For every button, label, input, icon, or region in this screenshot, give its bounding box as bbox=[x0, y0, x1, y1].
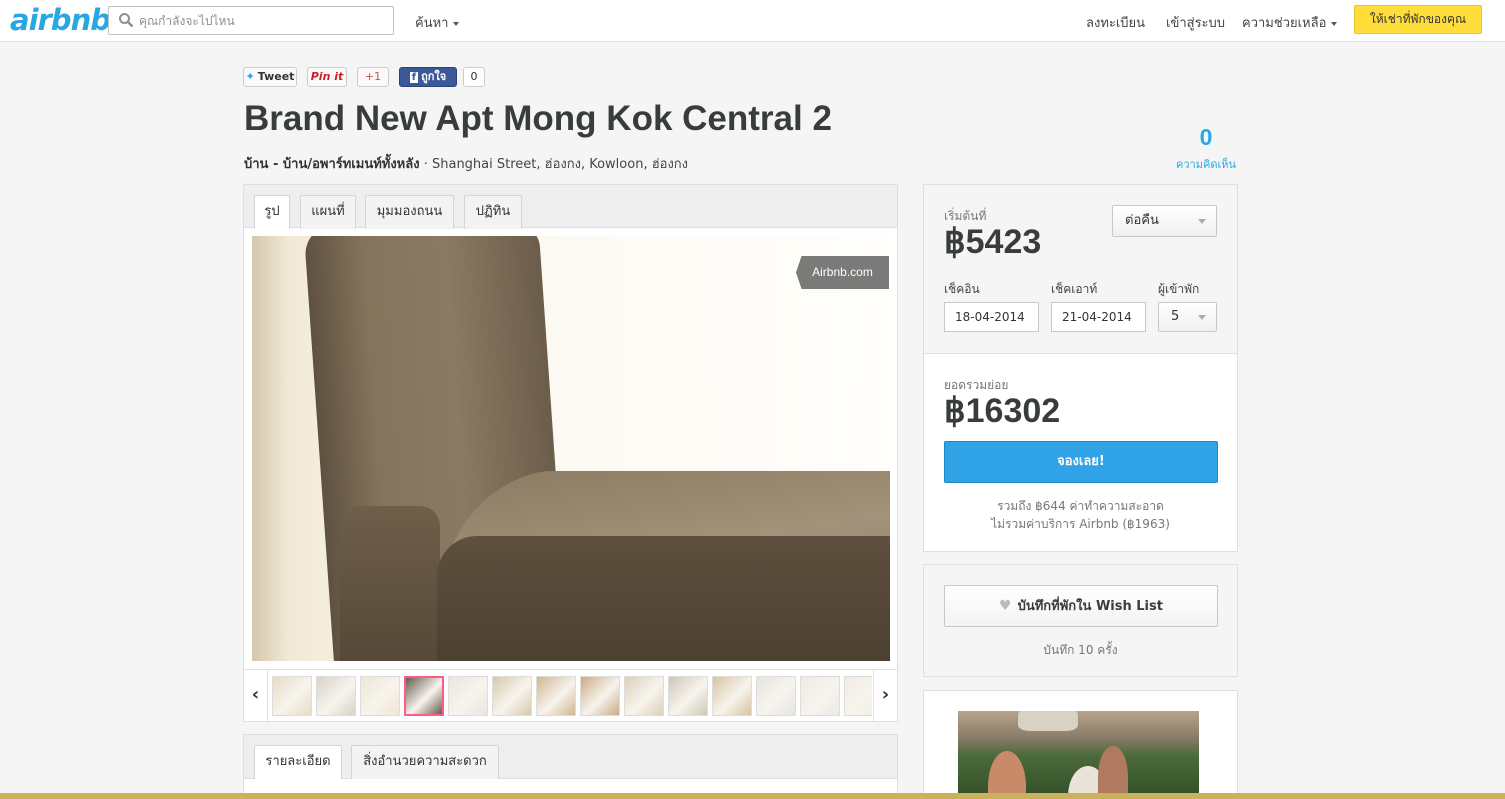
saved-count: บันทึก 10 ครั้ง bbox=[1043, 643, 1118, 657]
photo-thumbnail[interactable] bbox=[580, 676, 620, 716]
guests-select[interactable]: 5 bbox=[1158, 302, 1217, 332]
checkout-input[interactable]: 21-04-2014 bbox=[1051, 302, 1146, 332]
search-icon bbox=[119, 13, 134, 28]
tab-photos[interactable]: รูป bbox=[254, 195, 290, 229]
listing-location[interactable]: · Shanghai Street, ฮ่องกง, Kowloon, ฮ่อง… bbox=[424, 157, 688, 172]
photo-thumbnail[interactable] bbox=[536, 676, 576, 716]
booking-form: เริ่มต้นที่ ฿5423 ต่อคืน เช็คอิน เช็คเอา… bbox=[924, 185, 1237, 354]
photo-thumbnail[interactable] bbox=[624, 676, 664, 716]
listing-type: บ้าน - บ้าน/อพาร์ทเมนท์ทั้งหลัง bbox=[244, 157, 420, 172]
nav-help-dropdown[interactable]: ความช่วยเหลือ bbox=[1242, 12, 1338, 33]
tab-calendar[interactable]: ปฏิทิน bbox=[464, 195, 522, 229]
google-plus-button[interactable]: +1 bbox=[357, 67, 389, 87]
facebook-like-count: 0 bbox=[463, 67, 485, 87]
nav-search-dropdown[interactable]: ค้นหา bbox=[415, 12, 460, 33]
wishlist-button-label: บันทึกที่พักใน Wish List bbox=[1017, 599, 1163, 614]
person-figure bbox=[988, 751, 1026, 799]
listing-title: Brand New Apt Mong Kok Central 2 bbox=[244, 99, 832, 138]
next-photo-button[interactable]: › bbox=[873, 670, 897, 722]
details-panel: รายละเอียด สิ่งอำนวยความสะดวก bbox=[243, 734, 898, 799]
airbnb-logo[interactable]: airbnb bbox=[10, 4, 111, 36]
reviews-label[interactable]: ความคิดเห็น bbox=[1170, 155, 1242, 173]
save-to-wishlist-button[interactable]: ♥ บันทึกที่พักใน Wish List bbox=[944, 585, 1218, 627]
guests-label: ผู้เข้าพัก bbox=[1158, 282, 1200, 296]
gallery-tabs: รูป แผนที่ มุมมองถนน ปฏิทิน bbox=[244, 185, 897, 229]
photo-thumbnail[interactable] bbox=[756, 676, 796, 716]
tab-street-view[interactable]: มุมมองถนน bbox=[365, 195, 454, 229]
photo-thumbnail[interactable] bbox=[316, 676, 356, 716]
photo-thumbnail[interactable] bbox=[360, 676, 400, 716]
photo-thumbnail[interactable] bbox=[448, 676, 488, 716]
subtotal-price: ฿16302 bbox=[944, 392, 1061, 430]
photo-thumbnail[interactable] bbox=[800, 676, 840, 716]
search-box[interactable] bbox=[108, 6, 394, 35]
photo-gallery-panel: รูป แผนที่ มุมมองถนน ปฏิทิน Airbnb.com ‹… bbox=[243, 184, 898, 722]
facebook-like-button[interactable]: f ถูกใจ bbox=[399, 67, 457, 87]
tweet-button[interactable]: ✦ Tweet bbox=[243, 67, 297, 87]
guests-value: 5 bbox=[1171, 309, 1180, 324]
host-panel bbox=[923, 690, 1238, 799]
price-period-value: ต่อคืน bbox=[1125, 213, 1159, 228]
checkout-label: เช็คเอาท์ bbox=[1051, 282, 1098, 296]
heart-icon: ♥ bbox=[999, 598, 1012, 614]
chevron-down-icon bbox=[1198, 219, 1206, 224]
photo-thumbnail[interactable] bbox=[404, 676, 444, 716]
photo-thumbnail[interactable] bbox=[492, 676, 532, 716]
reviews-count[interactable]: 0 bbox=[1172, 124, 1240, 151]
nightly-price: ฿5423 bbox=[944, 223, 1042, 261]
host-photo[interactable] bbox=[958, 711, 1199, 799]
prev-photo-button[interactable]: ‹ bbox=[244, 670, 268, 722]
pin-it-button[interactable]: Pin it bbox=[307, 67, 347, 87]
booking-panel: เริ่มต้นที่ ฿5423 ต่อคืน เช็คอิน เช็คเอา… bbox=[923, 184, 1238, 552]
twitter-bird-icon: ✦ bbox=[245, 70, 255, 83]
list-your-space-button[interactable]: ให้เช่าที่พักของคุณ bbox=[1354, 5, 1482, 34]
caret-down-icon bbox=[1331, 21, 1338, 26]
listing-subtitle: บ้าน - บ้าน/อพาร์ทเมนท์ทั้งหลัง · Shangh… bbox=[244, 153, 688, 174]
service-fee-note: ไม่รวมค่าบริการ Airbnb (฿1963) bbox=[991, 517, 1170, 531]
checkin-label: เช็คอิน bbox=[944, 282, 980, 296]
thumbnail-strip: ‹ › bbox=[244, 669, 897, 722]
tweet-label: Tweet bbox=[257, 70, 295, 83]
bottom-bar bbox=[0, 793, 1505, 799]
wishlist-panel: ♥ บันทึกที่พักใน Wish List บันทึก 10 ครั้… bbox=[923, 564, 1238, 677]
nav-search-label: ค้นหา bbox=[415, 16, 449, 31]
caret-down-icon bbox=[453, 21, 460, 26]
tab-map[interactable]: แผนที่ bbox=[300, 195, 356, 229]
nav-signup[interactable]: ลงทะเบียน bbox=[1086, 12, 1145, 33]
facebook-icon: f bbox=[409, 72, 419, 83]
photo-thumbnail[interactable] bbox=[712, 676, 752, 716]
top-header: airbnb ค้นหา ลงทะเบียน เข้าสู่ระบบ ความช… bbox=[0, 0, 1505, 42]
person-figure bbox=[1098, 746, 1128, 799]
cleaning-fee-note: รวมถึง ฿644 ค่าทำความสะอาด bbox=[997, 499, 1164, 513]
photo-thumbnail[interactable] bbox=[272, 676, 312, 716]
chevron-down-icon bbox=[1198, 315, 1206, 320]
nav-help-label: ความช่วยเหลือ bbox=[1242, 16, 1327, 31]
nav-login[interactable]: เข้าสู่ระบบ bbox=[1166, 12, 1225, 33]
tab-description[interactable]: รายละเอียด bbox=[254, 745, 342, 779]
checkin-input[interactable]: 18-04-2014 bbox=[944, 302, 1039, 332]
facebook-like-label: ถูกใจ bbox=[421, 70, 447, 83]
person-legs bbox=[1018, 711, 1078, 731]
airbnb-watermark: Airbnb.com bbox=[796, 256, 889, 289]
search-input[interactable] bbox=[139, 11, 389, 31]
thumbnail-list bbox=[272, 676, 872, 716]
details-tabs: รายละเอียด สิ่งอำนวยความสะดวก bbox=[244, 735, 897, 779]
tab-amenities[interactable]: สิ่งอำนวยความสะดวก bbox=[351, 745, 499, 779]
google-plus-label: +1 bbox=[364, 70, 382, 83]
photo-thumbnail[interactable] bbox=[668, 676, 708, 716]
main-listing-photo[interactable]: Airbnb.com bbox=[252, 236, 890, 661]
book-now-button[interactable]: จองเลย! bbox=[944, 441, 1218, 483]
price-period-select[interactable]: ต่อคืน bbox=[1112, 205, 1217, 237]
sofa-arm bbox=[340, 506, 440, 661]
sofa-front bbox=[437, 536, 890, 661]
photo-thumbnail[interactable] bbox=[844, 676, 872, 716]
